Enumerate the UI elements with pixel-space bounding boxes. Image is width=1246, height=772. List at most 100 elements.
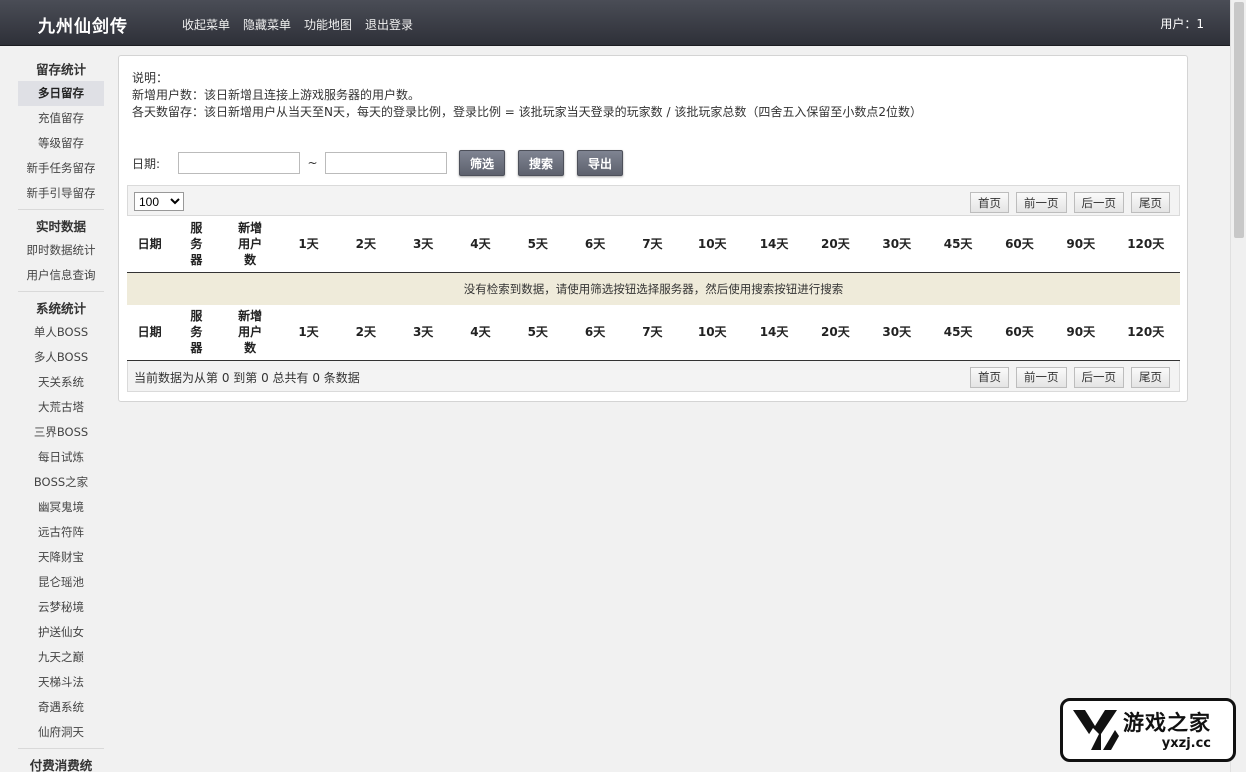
sidebar-item-escort[interactable]: 护送仙女 — [18, 620, 104, 645]
column-header[interactable]: 2天 — [337, 216, 394, 272]
scrollbar-thumb[interactable] — [1234, 2, 1244, 238]
column-header[interactable]: 20天 — [805, 216, 866, 272]
sidebar-item-xianfu[interactable]: 仙府洞天 — [18, 720, 104, 745]
grid-footer: 当前数据为从第 0 到第 0 总共有 0 条数据 首页 前一页 后一页 尾页 — [127, 360, 1180, 392]
watermark-badge: 游戏之家 yxzj.cc — [1060, 698, 1236, 762]
column-header[interactable]: 7天 — [624, 216, 681, 272]
sidebar-item-jiutian[interactable]: 九天之巅 — [18, 645, 104, 670]
collapse-menu-link[interactable]: 收起菜单 — [182, 16, 230, 33]
last-page-button[interactable]: 尾页 — [1131, 366, 1170, 388]
export-button[interactable]: 导出 — [577, 150, 624, 176]
sidebar-item-level-retention[interactable]: 等级留存 — [18, 131, 104, 156]
sidebar-item-yunmeng[interactable]: 云梦秘境 — [18, 595, 104, 620]
top-bar: 九州仙剑传 收起菜单 隐藏菜单 功能地图 退出登录 用户：1 — [0, 0, 1230, 46]
column-header[interactable]: 14天 — [743, 216, 804, 272]
sidebar-item-dahuang-tower[interactable]: 大荒古塔 — [18, 395, 104, 420]
function-map-link[interactable]: 功能地图 — [304, 16, 352, 33]
sidebar-item-tianguan[interactable]: 天关系统 — [18, 370, 104, 395]
sidebar-item-sanjie-boss[interactable]: 三界BOSS — [18, 420, 104, 445]
first-page-button[interactable]: 首页 — [970, 366, 1009, 388]
column-header[interactable]: 3天 — [394, 216, 451, 272]
date-label: 日期: — [132, 156, 161, 171]
user-info: 用户：1 — [1160, 17, 1204, 31]
column-footer: 10天 — [697, 325, 727, 340]
sidebar-item-treasure[interactable]: 天降财宝 — [18, 545, 104, 570]
sidebar-item-recharge-retention[interactable]: 充值留存 — [18, 106, 104, 131]
last-page-button[interactable]: 尾页 — [1131, 192, 1170, 213]
sidebar-item-newbie-task-retention[interactable]: 新手任务留存 — [18, 156, 104, 181]
top-nav: 收起菜单 隐藏菜单 功能地图 退出登录 — [182, 16, 413, 33]
sidebar-section-realtime[interactable]: 实时数据 — [18, 213, 104, 238]
sidebar-item-boss-home[interactable]: BOSS之家 — [18, 470, 104, 495]
column-header[interactable]: 5天 — [509, 216, 566, 272]
prev-page-button[interactable]: 前一页 — [1016, 366, 1067, 388]
column-footer: 日期 — [137, 325, 162, 340]
column-footer: 3天 — [412, 325, 434, 340]
description-line: 新增用户数：该日新增且连接上游戏服务器的用户数。 — [132, 88, 421, 102]
column-footer: 7天 — [642, 325, 663, 340]
column-footer: 新增用户数 — [238, 309, 263, 356]
column-header[interactable]: 120天 — [1111, 216, 1180, 272]
sidebar-item-user-lookup[interactable]: 用户信息查询 — [18, 263, 104, 288]
column-footer: 20天 — [821, 325, 850, 340]
sidebar-item-kunlun[interactable]: 昆仑瑶池 — [18, 570, 104, 595]
column-footer: 5天 — [527, 325, 548, 340]
next-page-button[interactable]: 后一页 — [1073, 366, 1124, 388]
empty-message: 没有检索到数据，请使用筛选按钮选择服务器，然后使用搜索按钮进行搜索 — [127, 272, 1180, 305]
column-header[interactable]: 6天 — [566, 216, 623, 272]
pager-top: 首页 前一页 后一页 尾页 — [970, 192, 1170, 213]
page-scrollbar[interactable] — [1230, 0, 1246, 772]
column-header[interactable]: 45天 — [927, 216, 988, 272]
main-panel: 说明： 新增用户数：该日新增且连接上游戏服务器的用户数。 各天数留存：该日新增用… — [118, 55, 1188, 402]
column-header[interactable]: 1天 — [280, 216, 337, 272]
sidebar-item-youming[interactable]: 幽冥鬼境 — [18, 495, 104, 520]
sidebar-item-solo-boss[interactable]: 单人BOSS — [18, 320, 104, 345]
description-title: 说明： — [132, 71, 169, 85]
empty-row: 没有检索到数据，请使用筛选按钮选择服务器，然后使用搜索按钮进行搜索 — [127, 272, 1180, 305]
hide-menu-link[interactable]: 隐藏菜单 — [243, 16, 291, 33]
sidebar-item-ladder[interactable]: 天梯斗法 — [18, 670, 104, 695]
page-size-select[interactable]: 100 — [134, 192, 184, 211]
column-header[interactable]: 新增用户数 — [221, 216, 280, 272]
next-page-button[interactable]: 后一页 — [1073, 192, 1124, 213]
description: 说明： 新增用户数：该日新增且连接上游戏服务器的用户数。 各天数留存：该日新增用… — [132, 70, 922, 121]
sidebar-item-multi-day-retention[interactable]: 多日留存 — [18, 81, 104, 106]
logout-link[interactable]: 退出登录 — [365, 16, 413, 33]
column-header[interactable]: 4天 — [452, 216, 509, 272]
start-date-input[interactable] — [178, 152, 300, 174]
column-header[interactable]: 服务器 — [172, 216, 220, 272]
sidebar-item-multi-boss[interactable]: 多人BOSS — [18, 345, 104, 370]
grid-toolbar: 100 首页 前一页 后一页 尾页 — [127, 185, 1180, 216]
prev-page-button[interactable]: 前一页 — [1016, 192, 1067, 213]
column-footer: 2天 — [355, 325, 376, 340]
sidebar-item-adventure[interactable]: 奇遇系统 — [18, 695, 104, 720]
sidebar-section-system[interactable]: 系统统计 — [18, 295, 104, 320]
table-footer-header-row: 日期 服务器 新增用户数 1天 2天 3天 4天 5天 6天 7天 10天 14… — [127, 305, 1180, 360]
search-button[interactable]: 搜索 — [518, 150, 565, 176]
sidebar-divider — [18, 748, 104, 749]
app-title: 九州仙剑传 — [38, 17, 128, 37]
sidebar-section-retention[interactable]: 留存统计 — [18, 56, 104, 81]
sidebar-item-newbie-guide-retention[interactable]: 新手引导留存 — [18, 181, 104, 206]
column-footer: 6天 — [584, 325, 606, 340]
column-header[interactable]: 60天 — [989, 216, 1050, 272]
date-separator: ~ — [307, 156, 318, 170]
column-footer: 14天 — [759, 325, 789, 340]
sidebar-item-daily-trial[interactable]: 每日试炼 — [18, 445, 104, 470]
end-date-input[interactable] — [325, 152, 447, 174]
column-header[interactable]: 日期 — [127, 216, 172, 272]
sidebar-item-realtime-stats[interactable]: 即时数据统计 — [18, 238, 104, 263]
first-page-button[interactable]: 首页 — [970, 192, 1009, 213]
record-summary: 当前数据为从第 0 到第 0 总共有 0 条数据 — [134, 370, 360, 385]
sidebar-section-payment[interactable]: 付费消费统 — [18, 752, 104, 772]
column-footer: 30天 — [882, 325, 912, 340]
sidebar-item-ancient-rune[interactable]: 远古符阵 — [18, 520, 104, 545]
filter-bar: 日期: ~ 筛选 搜索 导出 — [132, 150, 624, 176]
column-footer: 60天 — [1005, 325, 1034, 340]
column-header[interactable]: 10天 — [681, 216, 743, 272]
filter-button[interactable]: 筛选 — [459, 150, 506, 176]
column-footer: 4天 — [470, 325, 491, 340]
column-header[interactable]: 30天 — [866, 216, 927, 272]
watermark-text: 游戏之家 yxzj.cc — [1123, 710, 1211, 751]
column-header[interactable]: 90天 — [1050, 216, 1111, 272]
